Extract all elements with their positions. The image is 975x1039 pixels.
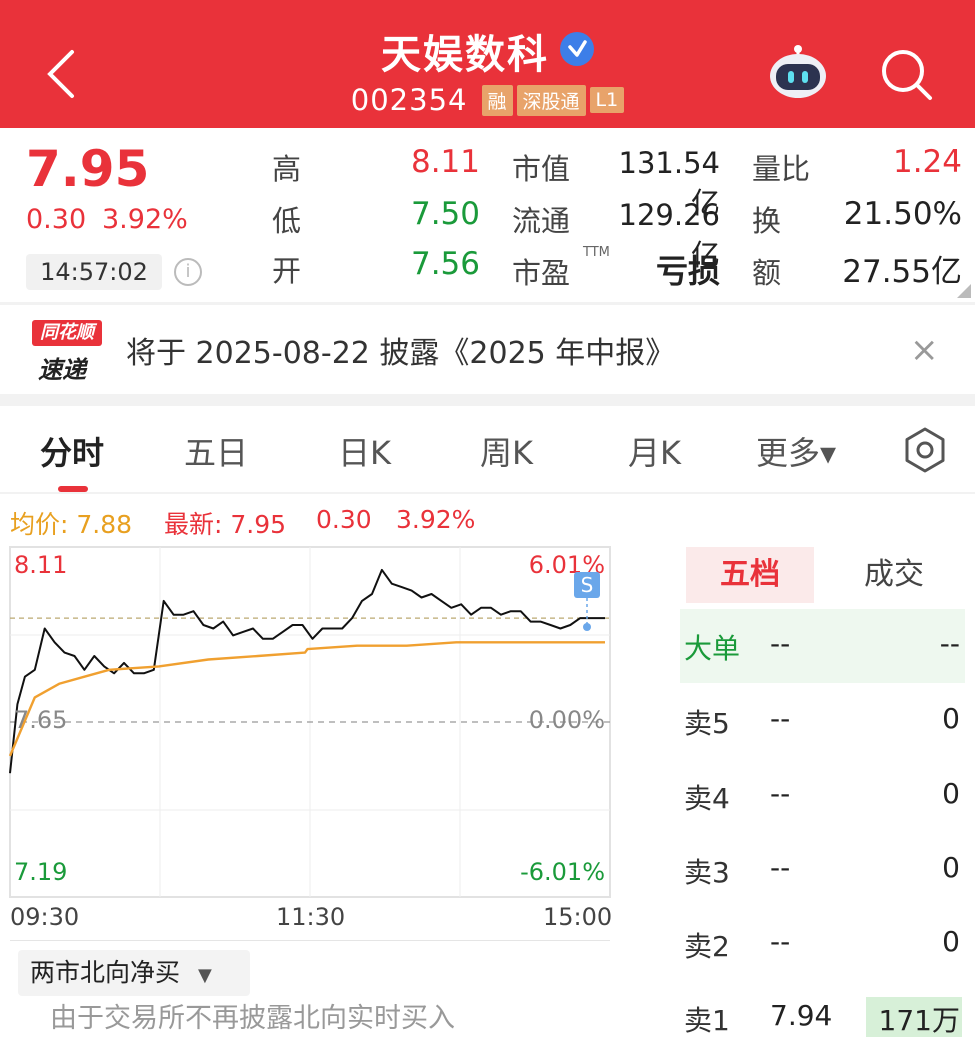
time-label-start: 09:30 <box>10 903 80 931</box>
north-bound-dropdown[interactable]: 两市北向净买 ▼ <box>18 950 250 996</box>
turnover-label: 换 <box>752 204 782 238</box>
ask1-vol: 171万 <box>878 1004 960 1037</box>
float-label: 流通 <box>512 204 571 238</box>
ask3-label: 卖3 <box>684 856 730 889</box>
north-bound-label: 两市北向净买 <box>30 958 181 987</box>
latest-pct: 3.92% <box>396 505 476 534</box>
sell-marker-dot <box>583 623 591 631</box>
ask5-label: 卖5 <box>684 707 730 740</box>
close-icon[interactable]: × <box>910 330 939 370</box>
tab-daily-k[interactable]: 日K <box>338 428 391 474</box>
time-label-mid: 11:30 <box>276 903 346 931</box>
y-label-top: 8.11 <box>14 551 67 579</box>
intraday-chart[interactable]: 8.11 7.65 7.19 6.01% 0.00% -6.01% S <box>0 540 620 940</box>
pe-label: 市盈 <box>512 256 571 290</box>
mktcap-label: 市值 <box>512 152 571 186</box>
ask2-price: -- <box>770 925 791 958</box>
avg-price-label: 均价: 7.88 <box>10 510 133 539</box>
pe-ttm-mark: TTM <box>583 245 610 260</box>
ask2-label: 卖2 <box>684 930 730 963</box>
tab-trades[interactable]: 成交 <box>830 547 958 603</box>
amount-value: 27.55亿 <box>842 254 962 290</box>
time-label-end: 15:00 <box>543 903 613 931</box>
level-tag: L1 <box>589 87 625 113</box>
stock-header: 天娱数科 002354 融 深股通 L1 <box>0 0 975 128</box>
pct-label-bot: -6.01% <box>520 858 605 886</box>
big-order-a: -- <box>770 627 791 660</box>
expand-corner-icon[interactable] <box>957 284 971 298</box>
volratio-label: 量比 <box>752 152 811 186</box>
tab-weekly-k[interactable]: 周K <box>480 428 533 474</box>
open-label: 开 <box>272 254 302 288</box>
stock-code: 002354 <box>350 83 468 117</box>
avg-price-line <box>8 641 605 757</box>
order-book: 五档 成交 大单 -- -- 卖5 -- 0 卖4 -- 0 卖3 -- 0 卖… <box>680 547 965 1037</box>
low-label: 低 <box>272 204 302 238</box>
turnover-value: 21.50% <box>843 196 962 232</box>
high-value: 8.11 <box>410 144 480 180</box>
tab-monthly-k[interactable]: 月K <box>628 428 681 474</box>
volratio-value: 1.24 <box>892 144 962 180</box>
ask1-label: 卖1 <box>684 1004 730 1037</box>
current-price: 7.95 <box>26 140 150 198</box>
ask5-price: -- <box>770 702 791 735</box>
price-change: 0.30 <box>26 204 87 235</box>
north-bound-hint: 由于交易所不再披露北向实时买入 <box>50 1003 455 1034</box>
ask3-price: -- <box>770 851 791 884</box>
stock-name: 天娱数科 <box>380 32 549 78</box>
ask1-price: 7.94 <box>770 999 833 1032</box>
low-value: 7.50 <box>410 196 480 232</box>
big-order-label: 大单 <box>684 632 741 665</box>
open-value: 7.56 <box>410 246 480 282</box>
amount-label: 额 <box>752 256 782 290</box>
latest-change: 0.30 <box>316 505 372 534</box>
dropdown-arrow-icon: ▼ <box>197 965 212 986</box>
robot-assistant-icon[interactable] <box>766 44 830 100</box>
quote-time: 14:57:02 <box>26 254 162 290</box>
ask5-vol: 0 <box>942 702 960 735</box>
pct-label-mid: 0.00% <box>529 706 605 734</box>
connect-tag: 深股通 <box>516 84 586 116</box>
ask4-vol: 0 <box>942 777 960 810</box>
high-label: 高 <box>272 152 302 186</box>
tab-five-day[interactable]: 五日 <box>184 428 248 474</box>
info-icon[interactable]: i <box>174 258 202 286</box>
ask3-vol: 0 <box>942 851 960 884</box>
margin-tag: 融 <box>481 84 513 116</box>
divider <box>0 394 975 406</box>
ask4-price: -- <box>770 777 791 810</box>
ask2-vol: 0 <box>942 925 960 958</box>
sell-marker-label: S <box>581 573 594 597</box>
ask4-label: 卖4 <box>684 782 730 815</box>
price-change-pct: 3.92% <box>102 204 188 235</box>
tab-order-levels[interactable]: 五档 <box>686 547 814 603</box>
tab-more[interactable]: 更多▾ <box>756 428 836 474</box>
big-order-b: -- <box>939 627 960 660</box>
news-logo: 同花顺 速递 <box>28 318 104 384</box>
pe-value: 亏损 <box>655 252 720 290</box>
divider <box>0 302 975 305</box>
y-label-mid: 7.65 <box>14 706 67 734</box>
tab-intraday[interactable]: 分时 <box>40 428 104 474</box>
divider <box>0 492 975 494</box>
verified-icon <box>560 32 595 66</box>
latest-price-label: 最新: 7.95 <box>164 510 287 539</box>
y-label-bot: 7.19 <box>14 858 67 886</box>
settings-icon[interactable] <box>900 425 950 475</box>
search-icon[interactable] <box>878 46 934 102</box>
news-text[interactable]: 将于 2025-08-22 披露《2025 年中报》 <box>126 328 675 372</box>
